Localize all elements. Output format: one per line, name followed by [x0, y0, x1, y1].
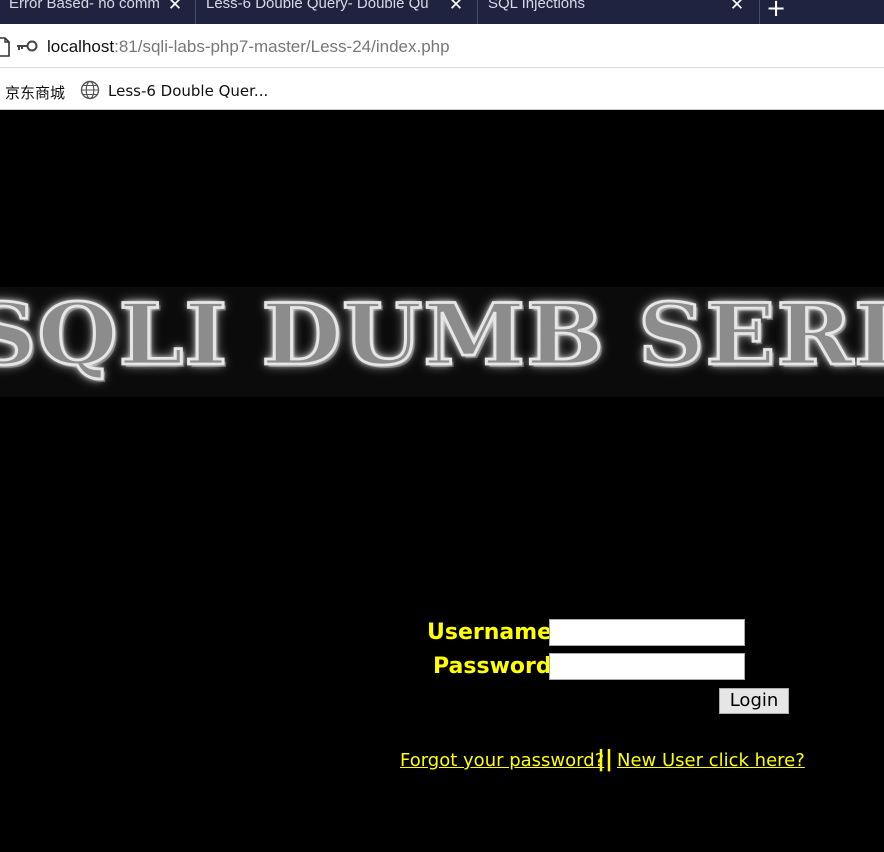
tab-less-6[interactable]: Less-6 Double Query- Double Qu ✕	[196, 0, 478, 24]
username-label: Username:	[427, 620, 561, 645]
tab-title: Less-6 Double Query- Double Qu	[206, 0, 429, 12]
tab-title: Error Based- no comm	[9, 0, 160, 12]
link-separator: ||	[597, 747, 614, 772]
address-bar: localhost:81/sqli-labs-php7-master/Less-…	[0, 24, 884, 68]
bookmarks-bar: 京东商城 Less-6 Double Quer...	[0, 68, 884, 110]
globe-icon	[80, 80, 100, 100]
bookmark-less-6[interactable]: Less-6 Double Quer...	[108, 82, 268, 100]
banner: SQLI DUMB SERIES	[0, 287, 884, 397]
url-field[interactable]: localhost:81/sqli-labs-php7-master/Less-…	[47, 37, 450, 57]
plus-icon[interactable]: +	[766, 0, 786, 22]
tab-bar: Error Based- no comm ✕ Less-6 Double Que…	[0, 0, 884, 24]
forgot-password-link[interactable]: Forgot your password?	[400, 750, 604, 771]
key-icon[interactable]	[16, 40, 38, 52]
close-icon[interactable]: ✕	[728, 0, 746, 14]
close-icon[interactable]: ✕	[166, 0, 184, 14]
bookmark-jd[interactable]: 京东商城	[5, 82, 65, 103]
close-icon[interactable]: ✕	[447, 0, 465, 14]
username-input[interactable]	[549, 619, 745, 646]
tab-error-based[interactable]: Error Based- no comm ✕	[0, 0, 196, 24]
page-content: SQLI DUMB SERIES Username: Password: Log…	[0, 110, 884, 852]
new-user-link[interactable]: New User click here?	[617, 750, 805, 771]
tab-sql-injections[interactable]: SQL Injections ✕	[478, 0, 760, 24]
password-input[interactable]	[549, 653, 745, 680]
banner-title: SQLI DUMB SERIES	[0, 287, 884, 386]
login-button[interactable]: Login	[719, 688, 789, 714]
page-icon[interactable]	[0, 37, 10, 57]
password-label: Password:	[433, 654, 561, 679]
url-path: :81/sqli-labs-php7-master/Less-24/index.…	[114, 37, 450, 56]
tab-title: SQL Injections	[488, 0, 585, 12]
url-host: localhost	[47, 37, 115, 56]
